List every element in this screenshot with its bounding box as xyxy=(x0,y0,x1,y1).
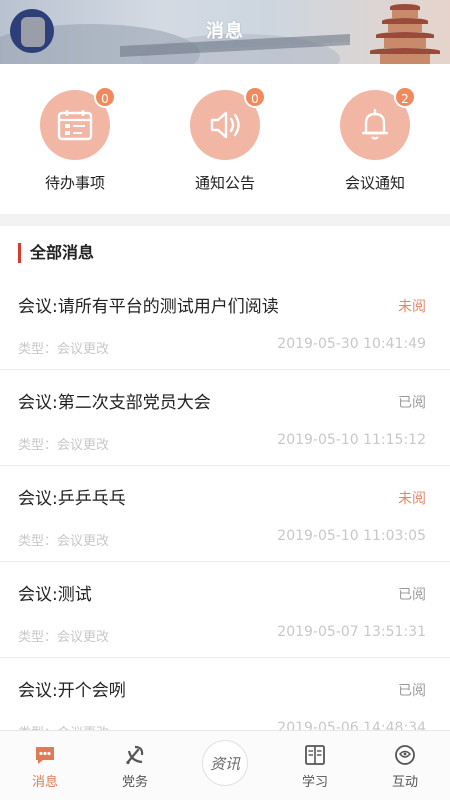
list-item[interactable]: 会议:乒乒乓乓 未阅 类型：会议更改 2019-05-10 11:03:05 xyxy=(0,466,450,562)
list-item[interactable]: 会议:第二次支部党员大会 已阅 类型：会议更改 2019-05-10 11:15… xyxy=(0,370,450,466)
tab-label: 党务 xyxy=(121,775,148,790)
list-item[interactable]: 会议:开个会咧 已阅 类型：会议更改 2019-05-06 14:48:34 xyxy=(0,658,450,730)
notice-icon-circle: 0 xyxy=(190,86,266,160)
notice-label: 通知公告 xyxy=(194,174,255,192)
tab-interact[interactable]: 互动 xyxy=(360,731,450,800)
message-type: 类型：会议更改 xyxy=(18,342,110,357)
message-title: 会议:开个会咧 xyxy=(18,681,126,701)
message-status: 已阅 xyxy=(398,683,426,699)
tab-party[interactable]: 党务 xyxy=(90,731,180,800)
page-title: 消息 xyxy=(206,21,244,42)
message-time: 2019-05-10 11:03:05 xyxy=(277,528,426,544)
section-header: 全部消息 xyxy=(0,238,450,268)
message-type: 类型：会议更改 xyxy=(18,630,110,645)
tab-label: 学习 xyxy=(301,775,328,790)
message-status: 已阅 xyxy=(398,587,426,603)
tab-label: 互动 xyxy=(391,775,418,790)
message-time: 2019-05-06 14:48:34 xyxy=(277,720,426,730)
meeting-label: 会议通知 xyxy=(344,174,405,192)
meeting-count-badge: 2 xyxy=(394,86,416,108)
message-title: 会议:第二次支部党员大会 xyxy=(18,393,211,413)
message-title: 会议:测试 xyxy=(18,585,92,605)
tab-messages[interactable]: 消息 xyxy=(0,731,90,800)
center-logo-text: 资讯 xyxy=(209,754,240,773)
quick-entries: 0 待办事项 0 通知公告 2 会议通知 xyxy=(0,64,450,214)
message-type: 类型：会议更改 xyxy=(18,438,110,453)
list-item[interactable]: 会议:请所有平台的测试用户们阅读 未阅 类型：会议更改 2019-05-30 1… xyxy=(0,274,450,370)
message-icon xyxy=(33,743,57,767)
message-time: 2019-05-30 10:41:49 xyxy=(277,336,426,352)
speaker-icon xyxy=(210,111,240,139)
todo-icon-circle: 0 xyxy=(40,86,116,160)
book-icon xyxy=(303,743,327,767)
tab-study[interactable]: 学习 xyxy=(270,731,360,800)
top-banner: 消息 xyxy=(0,0,450,64)
bell-icon xyxy=(361,108,389,140)
todo-count-badge: 0 xyxy=(94,86,116,108)
notice-count-badge: 0 xyxy=(244,86,266,108)
party-emblem-icon xyxy=(123,743,147,767)
message-type: 类型：会议更改 xyxy=(18,534,110,549)
center-logo-icon[interactable]: 资讯 xyxy=(202,740,248,786)
message-time: 2019-05-07 13:51:31 xyxy=(277,624,426,640)
section-accent-bar xyxy=(18,243,21,263)
message-list[interactable]: 会议:请所有平台的测试用户们阅读 未阅 类型：会议更改 2019-05-30 1… xyxy=(0,274,450,730)
todo-label: 待办事项 xyxy=(44,174,105,192)
message-status: 未阅 xyxy=(398,299,426,315)
message-status: 未阅 xyxy=(398,491,426,507)
section-divider xyxy=(0,214,450,226)
calendar-icon xyxy=(57,110,93,141)
message-time: 2019-05-10 11:15:12 xyxy=(277,432,426,448)
quick-entry-notice[interactable]: 0 通知公告 xyxy=(160,86,290,193)
quick-entry-meeting[interactable]: 2 会议通知 xyxy=(310,86,440,193)
message-title: 会议:请所有平台的测试用户们阅读 xyxy=(18,297,279,317)
tab-label: 消息 xyxy=(31,775,58,790)
message-title: 会议:乒乒乓乓 xyxy=(18,489,126,509)
message-status: 已阅 xyxy=(398,395,426,411)
section-title: 全部消息 xyxy=(30,243,95,262)
chat-circle-icon xyxy=(393,743,417,767)
meeting-icon-circle: 2 xyxy=(340,86,416,160)
quick-entry-todo[interactable]: 0 待办事项 xyxy=(10,86,140,193)
message-type: 类型：会议更改 xyxy=(18,722,109,730)
list-item[interactable]: 会议:测试 已阅 类型：会议更改 2019-05-07 13:51:31 xyxy=(0,562,450,658)
